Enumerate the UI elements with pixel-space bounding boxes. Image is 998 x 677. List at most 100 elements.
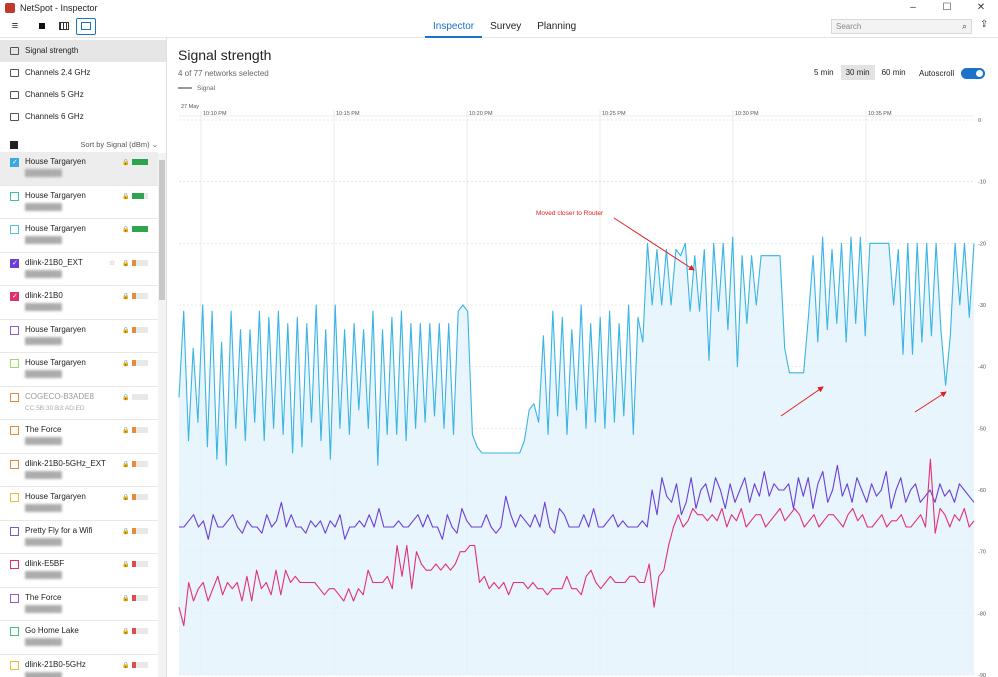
sidebar-scrollbar[interactable] — [158, 153, 166, 677]
network-row[interactable]: dlink-21B0_EXT ████████ ☆ 🔒 — [0, 253, 158, 286]
network-row[interactable]: dlink-21B0 ████████ 🔒 — [0, 286, 158, 320]
network-row[interactable]: COGECO-B3ADE8 CC:5B:30:B3:AD:ED 🔒 — [0, 387, 158, 420]
stop-button[interactable] — [32, 18, 52, 35]
network-name: House Targaryen — [25, 224, 86, 233]
network-mac: ████████ — [25, 304, 62, 311]
main-nav-tabs: Inspector Survey Planning — [425, 16, 584, 38]
search-input[interactable]: Search ⌕ — [831, 19, 972, 34]
view-item[interactable]: Channels 6 GHz — [0, 106, 166, 128]
range-60min-button[interactable]: 60 min — [877, 65, 911, 80]
network-mac: ████████ — [25, 471, 62, 479]
network-checkbox[interactable] — [10, 392, 19, 402]
network-name: dlink-E5BF — [25, 559, 65, 568]
search-icon[interactable]: ⌕ — [962, 20, 967, 33]
network-checkbox[interactable] — [10, 627, 19, 636]
network-name: House Targaryen — [25, 157, 86, 166]
network-mac: ████████ — [25, 605, 62, 613]
view-item-label: Channels 5 GHz — [25, 90, 84, 99]
x-tick-label: 10:35 PM — [868, 111, 892, 117]
network-checkbox[interactable] — [10, 225, 19, 234]
network-checkbox[interactable] — [10, 493, 19, 502]
maximize-button[interactable]: ☐ — [930, 0, 964, 16]
lock-icon: 🔒 — [122, 294, 130, 300]
view-item[interactable]: Channels 2.4 GHz — [0, 62, 166, 84]
y-tick-label: -80 — [978, 611, 986, 617]
sort-dropdown[interactable]: Sort by Signal (dBm) ⌄ — [80, 140, 158, 149]
y-tick-label: -20 — [978, 241, 986, 247]
signal-level-bar — [132, 360, 148, 366]
network-checkbox[interactable] — [10, 526, 19, 536]
network-row[interactable]: Pretty Fly for a Wifi ████████ 🔒 — [0, 521, 158, 554]
view-item[interactable]: Channels 5 GHz — [0, 84, 166, 106]
signal-level-bar — [132, 594, 148, 601]
legend-line-icon — [178, 87, 192, 90]
close-button[interactable]: ✕ — [964, 0, 998, 16]
network-checkbox[interactable] — [10, 359, 19, 368]
network-mac: ████████ — [25, 505, 62, 512]
lock-icon: 🔒 — [122, 193, 130, 200]
network-checkbox[interactable] — [10, 593, 19, 603]
tab-planning[interactable]: Planning — [529, 16, 584, 38]
y-tick-label: -30 — [978, 303, 986, 309]
network-row[interactable]: The Force ████████ 🔒 — [0, 588, 158, 621]
view-item-label: Signal strength — [25, 46, 79, 55]
table-view-button[interactable] — [54, 18, 74, 35]
network-row[interactable]: House Targaryen ████████ 🔒 — [0, 320, 158, 353]
channels-chart-icon — [10, 91, 19, 99]
range-5min-button[interactable]: 5 min — [809, 65, 839, 80]
network-row[interactable]: House Targaryen ████████ 🔒 — [0, 186, 158, 219]
network-row[interactable]: dlink-21B0-5GHz_EXT ████████ 🔒 — [0, 454, 158, 487]
network-checkbox[interactable] — [10, 258, 19, 268]
network-name: House Targaryen — [25, 324, 86, 334]
chart-view-button[interactable] — [76, 18, 96, 35]
window-title: NetSpot - Inspector — [20, 3, 98, 13]
network-checkbox[interactable] — [10, 292, 19, 301]
annotation-label: Moved closer to Router — [536, 210, 604, 217]
lock-icon: 🔒 — [122, 528, 130, 535]
lock-icon: 🔒 — [122, 260, 130, 267]
share-icon[interactable]: ⇪ — [980, 19, 988, 30]
toolbar: ≡ Inspector Survey Planning Search ⌕ ⇪ — [0, 16, 998, 38]
network-row[interactable]: dlink-E5BF ████████ 🔒 — [0, 554, 158, 588]
tab-survey[interactable]: Survey — [482, 16, 529, 38]
pin-icon[interactable]: ☆ — [109, 259, 115, 267]
view-item-label: Channels 2.4 GHz — [25, 68, 91, 77]
network-checkbox[interactable] — [10, 158, 19, 167]
stop-icon — [39, 23, 45, 30]
network-row[interactable]: House Targaryen ████████ 🔒 — [0, 353, 158, 387]
network-row[interactable]: Go Home Lake ████████ 🔒 — [0, 621, 158, 655]
network-row[interactable]: House Targaryen ████████ 🔒 — [0, 152, 158, 186]
network-checkbox[interactable] — [10, 459, 19, 469]
range-30min-button[interactable]: 30 min — [840, 65, 875, 80]
chart-date-label: 27 May — [181, 104, 199, 110]
network-mac: ████████ — [25, 639, 62, 646]
tab-inspector[interactable]: Inspector — [425, 16, 483, 38]
scrollbar-thumb[interactable] — [159, 160, 165, 300]
sidebar: Signal strength Channels 2.4 GHz Channels … — [0, 38, 167, 677]
page-title: Signal strength — [178, 47, 272, 63]
network-checkbox[interactable] — [10, 191, 19, 201]
select-all-checkbox[interactable] — [10, 141, 18, 149]
y-tick-label: 0 — [978, 118, 981, 124]
hamburger-menu-icon[interactable]: ≡ — [5, 18, 25, 35]
y-tick-label: -90 — [978, 673, 986, 677]
lock-icon: 🔒 — [122, 428, 130, 434]
network-row[interactable]: dlink-21B0-5GHz ████████ 🔒 — [0, 655, 158, 677]
lock-icon: 🔒 — [122, 160, 130, 166]
network-name: Pretty Fly for a Wifi — [25, 525, 93, 535]
view-item[interactable]: Signal strength — [0, 40, 166, 62]
network-checkbox[interactable] — [10, 660, 19, 670]
signal-level-fill — [132, 494, 136, 500]
network-row[interactable]: House Targaryen ████████ 🔒 — [0, 487, 158, 521]
autoscroll-toggle[interactable] — [961, 68, 985, 79]
network-row[interactable]: House Targaryen ████████ 🔒 — [0, 219, 158, 253]
network-checkbox[interactable] — [10, 426, 19, 435]
network-checkbox[interactable] — [10, 560, 19, 569]
network-row[interactable]: The Force ████████ 🔒 — [0, 420, 158, 454]
network-checkbox[interactable] — [10, 325, 19, 335]
network-name: dlink-21B0 — [25, 291, 63, 300]
main-panel: Signal strength 4 of 77 networks selecte… — [168, 38, 998, 677]
minimize-button[interactable]: – — [896, 0, 930, 16]
x-tick-label: 10:20 PM — [469, 111, 493, 117]
signal-level-fill — [132, 326, 136, 333]
